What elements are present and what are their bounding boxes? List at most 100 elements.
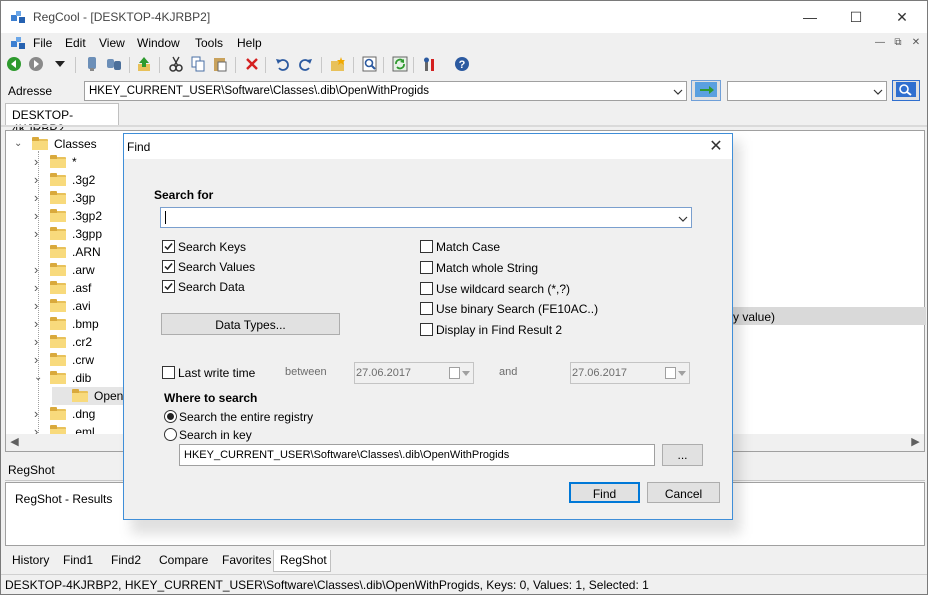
chevron-down-icon[interactable] [673, 86, 683, 96]
tree-item[interactable]: .ARN [34, 243, 134, 261]
mdi-restore-button[interactable]: ⧉ [891, 37, 905, 49]
mdi-close-button[interactable]: ✕ [909, 37, 923, 49]
tree-item[interactable]: OpenW [52, 387, 135, 405]
collapsed-chevron-icon[interactable]: › [34, 353, 44, 366]
mdi-minimize-button[interactable]: — [873, 37, 887, 49]
tab-compare[interactable]: Compare [159, 550, 208, 570]
collapsed-chevron-icon[interactable]: › [34, 317, 44, 330]
delete-icon[interactable] [243, 55, 261, 73]
cancel-button[interactable]: Cancel [647, 482, 720, 503]
tree-item[interactable]: › .crw [34, 351, 134, 369]
tree-item-classes[interactable]: ⌄ Classes [14, 135, 134, 153]
tab-find1[interactable]: Find1 [63, 550, 93, 570]
data-types-button[interactable]: Data Types... [161, 313, 340, 335]
search-button[interactable] [892, 80, 920, 101]
cut-icon[interactable] [167, 55, 185, 73]
collapsed-chevron-icon[interactable]: › [34, 155, 44, 168]
collapsed-chevron-icon[interactable]: › [34, 191, 44, 204]
undo-icon[interactable] [273, 55, 291, 73]
up-level-icon[interactable] [135, 55, 153, 73]
document-tab[interactable]: DESKTOP-4KJRBP2 [5, 103, 119, 136]
search-keys-checkbox[interactable] [162, 240, 175, 253]
close-button[interactable]: ✕ [879, 1, 925, 33]
selected-value-row-partial[interactable]: y value) [733, 307, 926, 325]
refresh-icon[interactable] [391, 55, 409, 73]
search-entire-registry-label[interactable]: Search the entire registry [179, 410, 313, 424]
search-data-checkbox[interactable] [162, 280, 175, 293]
collapsed-chevron-icon[interactable]: › [34, 227, 44, 240]
collapsed-chevron-icon[interactable]: › [34, 281, 44, 294]
tree-item[interactable]: › .cr2 [34, 333, 134, 351]
match-case-label[interactable]: Match Case [436, 240, 500, 254]
menu-window[interactable]: Window [137, 36, 180, 50]
menu-help[interactable]: Help [237, 36, 262, 50]
search-values-checkbox[interactable] [162, 260, 175, 273]
scroll-right-icon[interactable]: ▶ [907, 434, 924, 451]
local-registry-icon[interactable] [83, 55, 101, 73]
tree-item[interactable]: › .3gpp [34, 225, 134, 243]
collapsed-chevron-icon[interactable]: › [34, 263, 44, 276]
tab-history[interactable]: History [12, 550, 49, 570]
tree-item[interactable]: › .3g2 [34, 171, 134, 189]
last-write-time-checkbox[interactable] [162, 366, 175, 379]
chevron-down-icon[interactable] [873, 86, 883, 96]
collapsed-chevron-icon[interactable]: › [34, 407, 44, 420]
browse-key-button[interactable]: ... [662, 444, 703, 466]
scroll-left-icon[interactable]: ◀ [6, 434, 23, 451]
expanded-chevron-icon[interactable]: ⌄ [14, 139, 24, 149]
collapsed-chevron-icon[interactable]: › [34, 173, 44, 186]
back-icon[interactable] [5, 55, 23, 73]
forward-icon[interactable] [27, 55, 45, 73]
match-whole-string-label[interactable]: Match whole String [436, 261, 538, 275]
display-find-result2-label[interactable]: Display in Find Result 2 [436, 323, 562, 337]
tree-item[interactable]: › .arw [34, 261, 134, 279]
menu-edit[interactable]: Edit [65, 36, 86, 50]
collapsed-chevron-icon[interactable]: › [34, 209, 44, 222]
display-find-result2-checkbox[interactable] [420, 323, 433, 336]
tree-item[interactable]: › .dng [34, 405, 134, 423]
search-data-label[interactable]: Search Data [178, 280, 245, 294]
minimize-button[interactable]: — [787, 1, 833, 33]
chevron-down-icon[interactable] [678, 213, 688, 223]
search-for-input[interactable] [160, 207, 692, 228]
search-keys-label[interactable]: Search Keys [178, 240, 246, 254]
search-entire-registry-radio[interactable] [164, 410, 177, 423]
tree-item[interactable]: › .asf [34, 279, 134, 297]
last-write-time-label[interactable]: Last write time [178, 366, 255, 380]
binary-search-checkbox[interactable] [420, 302, 433, 315]
search-in-key-radio[interactable] [164, 428, 177, 441]
tree-item[interactable]: › .avi [34, 297, 134, 315]
expanded-chevron-icon[interactable]: ⌄ [34, 373, 44, 383]
tree-item[interactable]: › .3gp [34, 189, 134, 207]
tree-item[interactable]: › .3gp2 [34, 207, 134, 225]
collapsed-chevron-icon[interactable]: › [34, 299, 44, 312]
tools-icon[interactable] [421, 55, 439, 73]
paste-icon[interactable] [211, 55, 229, 73]
find-dialog-close-icon[interactable]: ✕ [706, 137, 726, 157]
search-in-key-label[interactable]: Search in key [179, 428, 252, 442]
find-button[interactable]: Find [569, 482, 640, 503]
redo-icon[interactable] [297, 55, 315, 73]
match-whole-string-checkbox[interactable] [420, 261, 433, 274]
address-combo[interactable]: HKEY_CURRENT_USER\Software\Classes\.dib\… [84, 81, 687, 101]
tab-find2[interactable]: Find2 [111, 550, 141, 570]
help-icon[interactable]: ? [453, 55, 471, 73]
match-case-checkbox[interactable] [420, 240, 433, 253]
tree-item[interactable]: › * [34, 153, 134, 171]
tree-item[interactable]: ⌄ .dib [34, 369, 134, 387]
search-values-label[interactable]: Search Values [178, 260, 255, 274]
menu-tools[interactable]: Tools [195, 36, 223, 50]
wildcard-search-checkbox[interactable] [420, 282, 433, 295]
go-button[interactable] [691, 80, 721, 101]
new-key-icon[interactable] [329, 55, 347, 73]
remote-registry-icon[interactable] [105, 55, 123, 73]
tree-item[interactable]: › .bmp [34, 315, 134, 333]
menu-file[interactable]: File [33, 36, 52, 50]
tab-regshot[interactable]: RegShot [273, 550, 331, 572]
menu-view[interactable]: View [99, 36, 125, 50]
collapsed-chevron-icon[interactable]: › [34, 335, 44, 348]
tab-favorites[interactable]: Favorites [222, 550, 271, 570]
copy-icon[interactable] [189, 55, 207, 73]
key-path-input[interactable]: HKEY_CURRENT_USER\Software\Classes\.dib\… [179, 444, 655, 466]
wildcard-search-label[interactable]: Use wildcard search (*,?) [436, 282, 570, 296]
